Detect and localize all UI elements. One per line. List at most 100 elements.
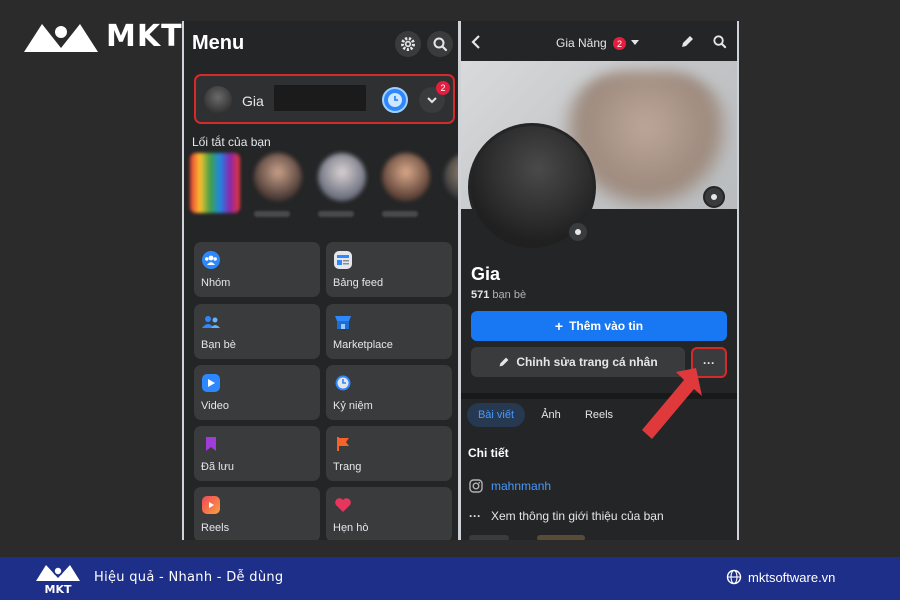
shortcut-thumbnail <box>254 153 302 201</box>
tile-label: Kỷ niệm <box>333 400 373 412</box>
mkt-logo-icon: MKT <box>36 565 80 596</box>
brand-logo: MKT <box>22 18 183 54</box>
brand-name: MKT <box>106 18 183 54</box>
website-url: mktsoftware.vn <box>748 569 836 585</box>
groups-icon <box>202 251 220 269</box>
shortcut-item[interactable] <box>254 153 306 217</box>
instagram-handle: mahnmanh <box>491 479 552 493</box>
footer-logo-text: MKT <box>45 583 72 595</box>
tile-saved[interactable]: Đã lưu <box>194 426 320 481</box>
search-icon[interactable] <box>712 34 727 49</box>
settings-button[interactable] <box>395 31 421 57</box>
shortcut-item[interactable] <box>382 153 434 217</box>
about-info-link[interactable]: ··· Xem thông tin giới thiệu của bạn <box>469 509 664 523</box>
blurred-label <box>254 211 290 217</box>
footer-logo: MKT <box>35 561 81 600</box>
gear-icon <box>401 37 415 51</box>
shortcut-item[interactable] <box>190 153 242 213</box>
tile-pages[interactable]: Trang <box>326 426 452 481</box>
shortcut-thumbnail <box>318 153 366 201</box>
profile-header-name[interactable]: Gia Năng <box>556 36 607 50</box>
tile-label: Video <box>201 400 229 412</box>
globe-icon <box>726 569 742 585</box>
shortcuts-row <box>190 153 458 233</box>
tab-reels[interactable]: Reels <box>577 403 621 427</box>
redacted-name-block <box>274 85 366 111</box>
add-to-story-button[interactable]: + Thêm vào tin <box>471 311 727 341</box>
search-icon <box>433 37 448 52</box>
tile-label: Reels <box>201 522 230 534</box>
caret-down-icon[interactable] <box>631 40 639 46</box>
friends-count-label: bạn bè <box>489 289 527 301</box>
shortcut-thumbnail <box>444 153 458 201</box>
blurred-label <box>382 211 418 217</box>
instagram-link[interactable]: mahnmanh <box>469 479 551 493</box>
tagline: Hiệu quả - Nhanh - Dễ dùng <box>94 570 284 585</box>
clock-icon <box>388 93 402 107</box>
photo-thumbnail-strip <box>537 535 585 540</box>
profile-name: Gia <box>242 93 264 109</box>
details-heading: Chi tiết <box>468 446 509 460</box>
profile-row[interactable]: Gia 2 <box>194 74 455 124</box>
blurred-label <box>318 211 354 217</box>
memories-icon <box>334 374 352 392</box>
avatar[interactable] <box>204 86 232 114</box>
footer-bar: MKT Hiệu quả - Nhanh - Dễ dùng mktsoftwa… <box>0 557 900 600</box>
tile-memories[interactable]: Kỷ niệm <box>326 365 452 420</box>
tile-friends[interactable]: Bạn bè <box>194 304 320 359</box>
profile-screen: Gia Năng 2 Gia 571 bạn bè + Thêm vào tin <box>461 21 737 540</box>
tile-label: Bạn bè <box>201 339 236 351</box>
notification-badge: 2 <box>436 81 450 95</box>
tile-reels[interactable]: Reels <box>194 487 320 540</box>
add-story-label: Thêm vào tin <box>569 319 644 333</box>
tile-dating[interactable]: Hẹn hò <box>326 487 452 540</box>
menu-screen: Menu Gia 2 Lối tắt của bạn Nhóm Bảng fee… <box>184 21 458 540</box>
edit-pencil-icon[interactable] <box>680 34 695 49</box>
friends-count-number: 571 <box>471 289 490 301</box>
tile-label: Nhóm <box>201 277 231 289</box>
tile-label: Bảng feed <box>333 277 384 289</box>
friends-count[interactable]: 571 bạn bè <box>471 289 526 301</box>
shortcut-item[interactable] <box>318 153 370 217</box>
reels-icon <box>202 496 220 514</box>
tile-label: Đã lưu <box>201 461 235 473</box>
back-arrow-icon[interactable] <box>470 35 482 49</box>
feed-icon <box>334 251 352 269</box>
mkt-logo-icon <box>24 23 98 52</box>
instagram-icon <box>469 479 483 493</box>
annotation-arrow <box>642 368 702 439</box>
page-title: Menu <box>192 32 245 54</box>
plus-icon: + <box>554 318 564 334</box>
dating-icon <box>334 496 352 514</box>
video-icon <box>202 374 220 392</box>
tile-marketplace[interactable]: Marketplace <box>326 304 452 359</box>
camera-icon <box>575 229 581 235</box>
tile-label: Hẹn hò <box>333 522 369 534</box>
header-badge: 2 <box>613 37 626 50</box>
photo-thumbnail-strip <box>469 535 509 540</box>
more-dots-icon: ··· <box>469 509 481 523</box>
marketplace-icon <box>334 313 352 331</box>
avatar-camera-button[interactable] <box>567 221 589 243</box>
tile-groups[interactable]: Nhóm <box>194 242 320 297</box>
screenshot-frame: Menu Gia 2 Lối tắt của bạn Nhóm Bảng fee… <box>182 21 739 540</box>
about-info-label: Xem thông tin giới thiệu của bạn <box>491 509 664 523</box>
tile-label: Trang <box>333 461 362 473</box>
story-button[interactable] <box>382 87 408 113</box>
search-button[interactable] <box>427 31 453 57</box>
tab-photos[interactable]: Ảnh <box>533 403 569 427</box>
tile-video[interactable]: Video <box>194 365 320 420</box>
tile-label: Marketplace <box>333 339 393 351</box>
website-link[interactable]: mktsoftware.vn <box>726 569 835 585</box>
camera-icon <box>711 194 717 200</box>
saved-icon <box>202 435 220 453</box>
cover-camera-button[interactable] <box>703 186 725 208</box>
pages-icon <box>334 435 352 453</box>
shortcut-thumbnail <box>190 153 240 213</box>
tile-feed[interactable]: Bảng feed <box>326 242 452 297</box>
profile-name: Gia <box>471 264 501 284</box>
shortcut-item[interactable] <box>444 153 458 201</box>
shortcut-thumbnail <box>382 153 430 201</box>
shortcuts-label: Lối tắt của bạn <box>192 135 271 149</box>
tab-posts[interactable]: Bài viết <box>467 403 525 427</box>
